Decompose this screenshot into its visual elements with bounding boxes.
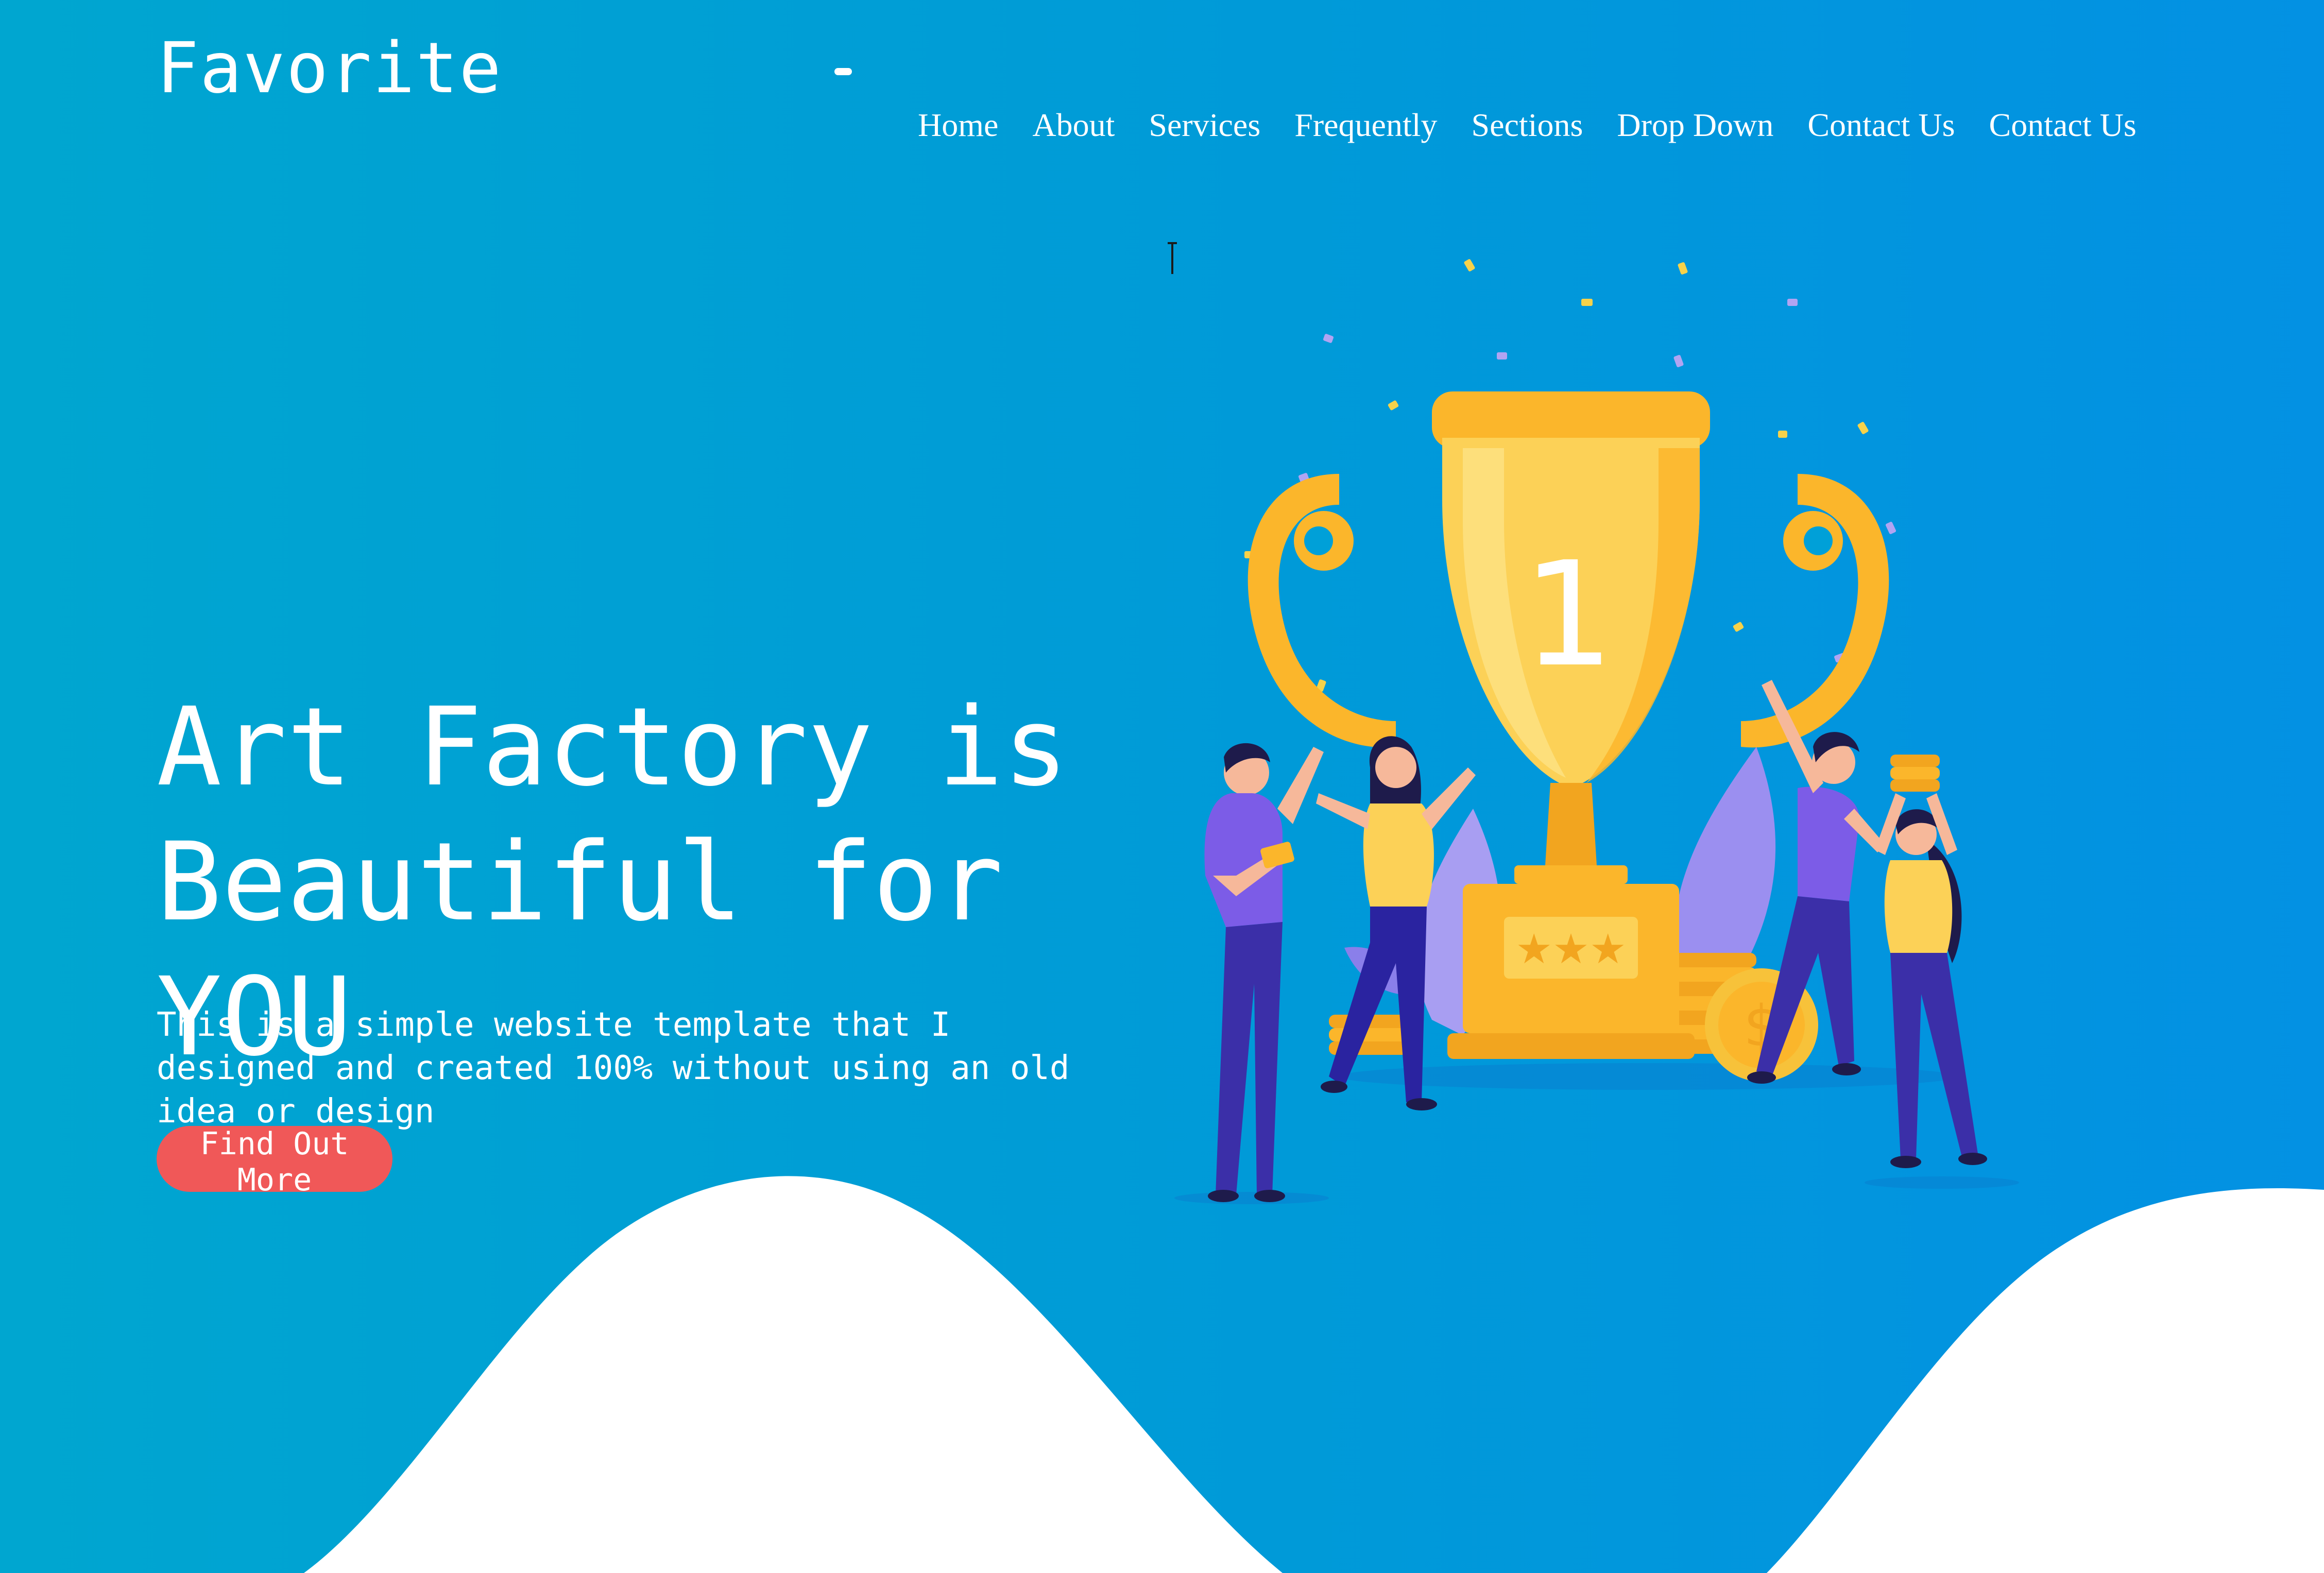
nav-item-sections[interactable]: Sections [1472,107,1583,143]
person-woman-right-icon [1875,755,1987,1168]
nav-item-home[interactable]: Home [918,107,998,143]
trophy-number-label: 1 [1523,531,1614,699]
nav-item-contact-us-2[interactable]: Contact Us [1989,107,2137,143]
nav-item-services[interactable]: Services [1149,107,1260,143]
nav-item-about[interactable]: About [1032,107,1115,143]
trophy-celebration-illustration: $ 1 ★★★ [1174,259,2019,1204]
nav-toggle-icon[interactable] [834,68,852,75]
hero-section: Favorite Home About Services Frequently … [0,0,2324,1573]
nav-item-frequently[interactable]: Frequently [1294,107,1437,143]
person-man-left-icon [1204,743,1324,1202]
site-logo[interactable]: Favorite [157,27,502,111]
main-nav: Home About Services Frequently Sections … [918,107,2171,143]
hero-title-line-1: Art Factory is [157,684,1069,810]
find-out-more-button[interactable]: Find Out More [157,1126,392,1198]
nav-item-drop-down[interactable]: Drop Down [1617,107,1773,143]
svg-text:★★★: ★★★ [1515,925,1626,973]
nav-item-contact-us[interactable]: Contact Us [1807,107,1955,143]
hero-description: This is a simple website template that I… [157,1006,1070,1131]
